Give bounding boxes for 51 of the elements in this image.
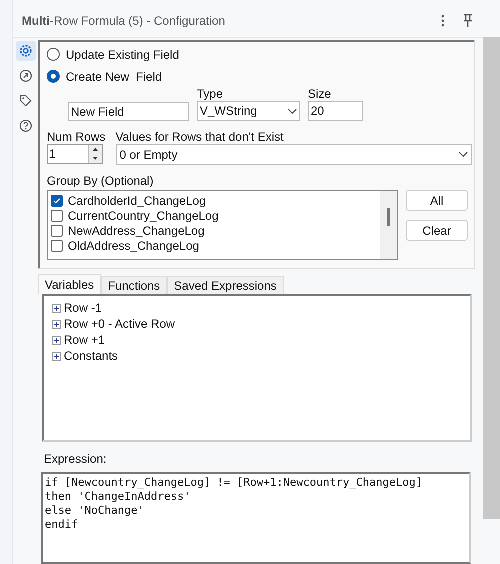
code-line: endif — [45, 518, 80, 532]
group-by-label: Group By (Optional) — [47, 173, 155, 189]
type-dropdown[interactable]: V_WString — [197, 101, 300, 121]
code-line: then 'ChangeInAddress' — [45, 490, 192, 504]
scrollbar[interactable] — [380, 191, 397, 259]
num-rows-spinner[interactable]: 1 — [47, 144, 103, 164]
pin-icon[interactable] — [463, 14, 473, 27]
settings-icon[interactable] — [16, 41, 36, 61]
checkmark-icon — [53, 198, 61, 204]
radio-label: Update Existing Field — [66, 46, 180, 64]
checkbox[interactable] — [51, 240, 63, 252]
spin-down-icon[interactable] — [89, 154, 102, 163]
tree-item[interactable]: Row +1 — [64, 331, 106, 349]
radio-button[interactable] — [47, 48, 60, 61]
expression-editor[interactable]: if [Newcountry_ChangeLog] != [Row+1:Newcountry_ChangeLog] then 'ChangeInAddress' else 'NoChange' endif — [41, 472, 471, 564]
checkbox[interactable] — [51, 224, 63, 236]
tree-item[interactable]: Row +0 - Active Row — [64, 315, 176, 333]
checkbox[interactable] — [51, 194, 63, 206]
spin-up-icon[interactable] — [89, 145, 102, 154]
tab[interactable]: Functions — [101, 276, 168, 294]
radio-button[interactable] — [47, 70, 60, 83]
checkbox[interactable] — [51, 210, 63, 222]
more-options-icon[interactable] — [441, 14, 445, 26]
field-option: OldAddress_ChangeLog — [68, 236, 200, 254]
type-label: Type — [197, 87, 224, 101]
size-label: Size — [308, 87, 332, 101]
field-option: NewAddress_ChangeLog — [68, 222, 205, 240]
code-line: if [Newcountry_ChangeLog] != [Row+1:Newcountry_ChangeLog] — [45, 476, 424, 490]
expand-icon[interactable] — [52, 304, 61, 312]
code-line: else 'NoChange' — [45, 504, 146, 518]
expand-icon[interactable] — [52, 320, 61, 328]
tab[interactable]: Saved Expressions — [167, 276, 284, 294]
expand-icon[interactable] — [52, 336, 61, 344]
tree-item[interactable]: Constants — [64, 347, 118, 365]
expression-label: Expression: — [44, 451, 108, 468]
missing-rows-label: Values for Rows that don't Exist — [116, 130, 285, 144]
panel-title: Multi-Row Formula (5) - Configuration — [22, 12, 226, 30]
tree-item[interactable]: Row -1 — [64, 299, 102, 317]
tab[interactable]: Variables — [38, 274, 102, 294]
field-option: CardholderId_ChangeLog — [68, 192, 206, 210]
size-input[interactable]: 20 — [308, 101, 363, 121]
list-button[interactable]: All — [406, 190, 468, 211]
field-option: CurrentCountry_ChangeLog — [68, 206, 219, 224]
radio-label: Create New Field — [66, 68, 162, 86]
list-button[interactable]: Clear — [406, 220, 468, 241]
num-rows-label: Num Rows — [47, 130, 106, 144]
chevron-down-icon — [458, 152, 468, 157]
chevron-down-icon — [288, 108, 297, 114]
missing-rows-dropdown[interactable]: 0 or Empty — [116, 144, 472, 165]
field-name-input[interactable]: New Field — [68, 102, 189, 121]
expand-icon[interactable] — [52, 352, 61, 360]
